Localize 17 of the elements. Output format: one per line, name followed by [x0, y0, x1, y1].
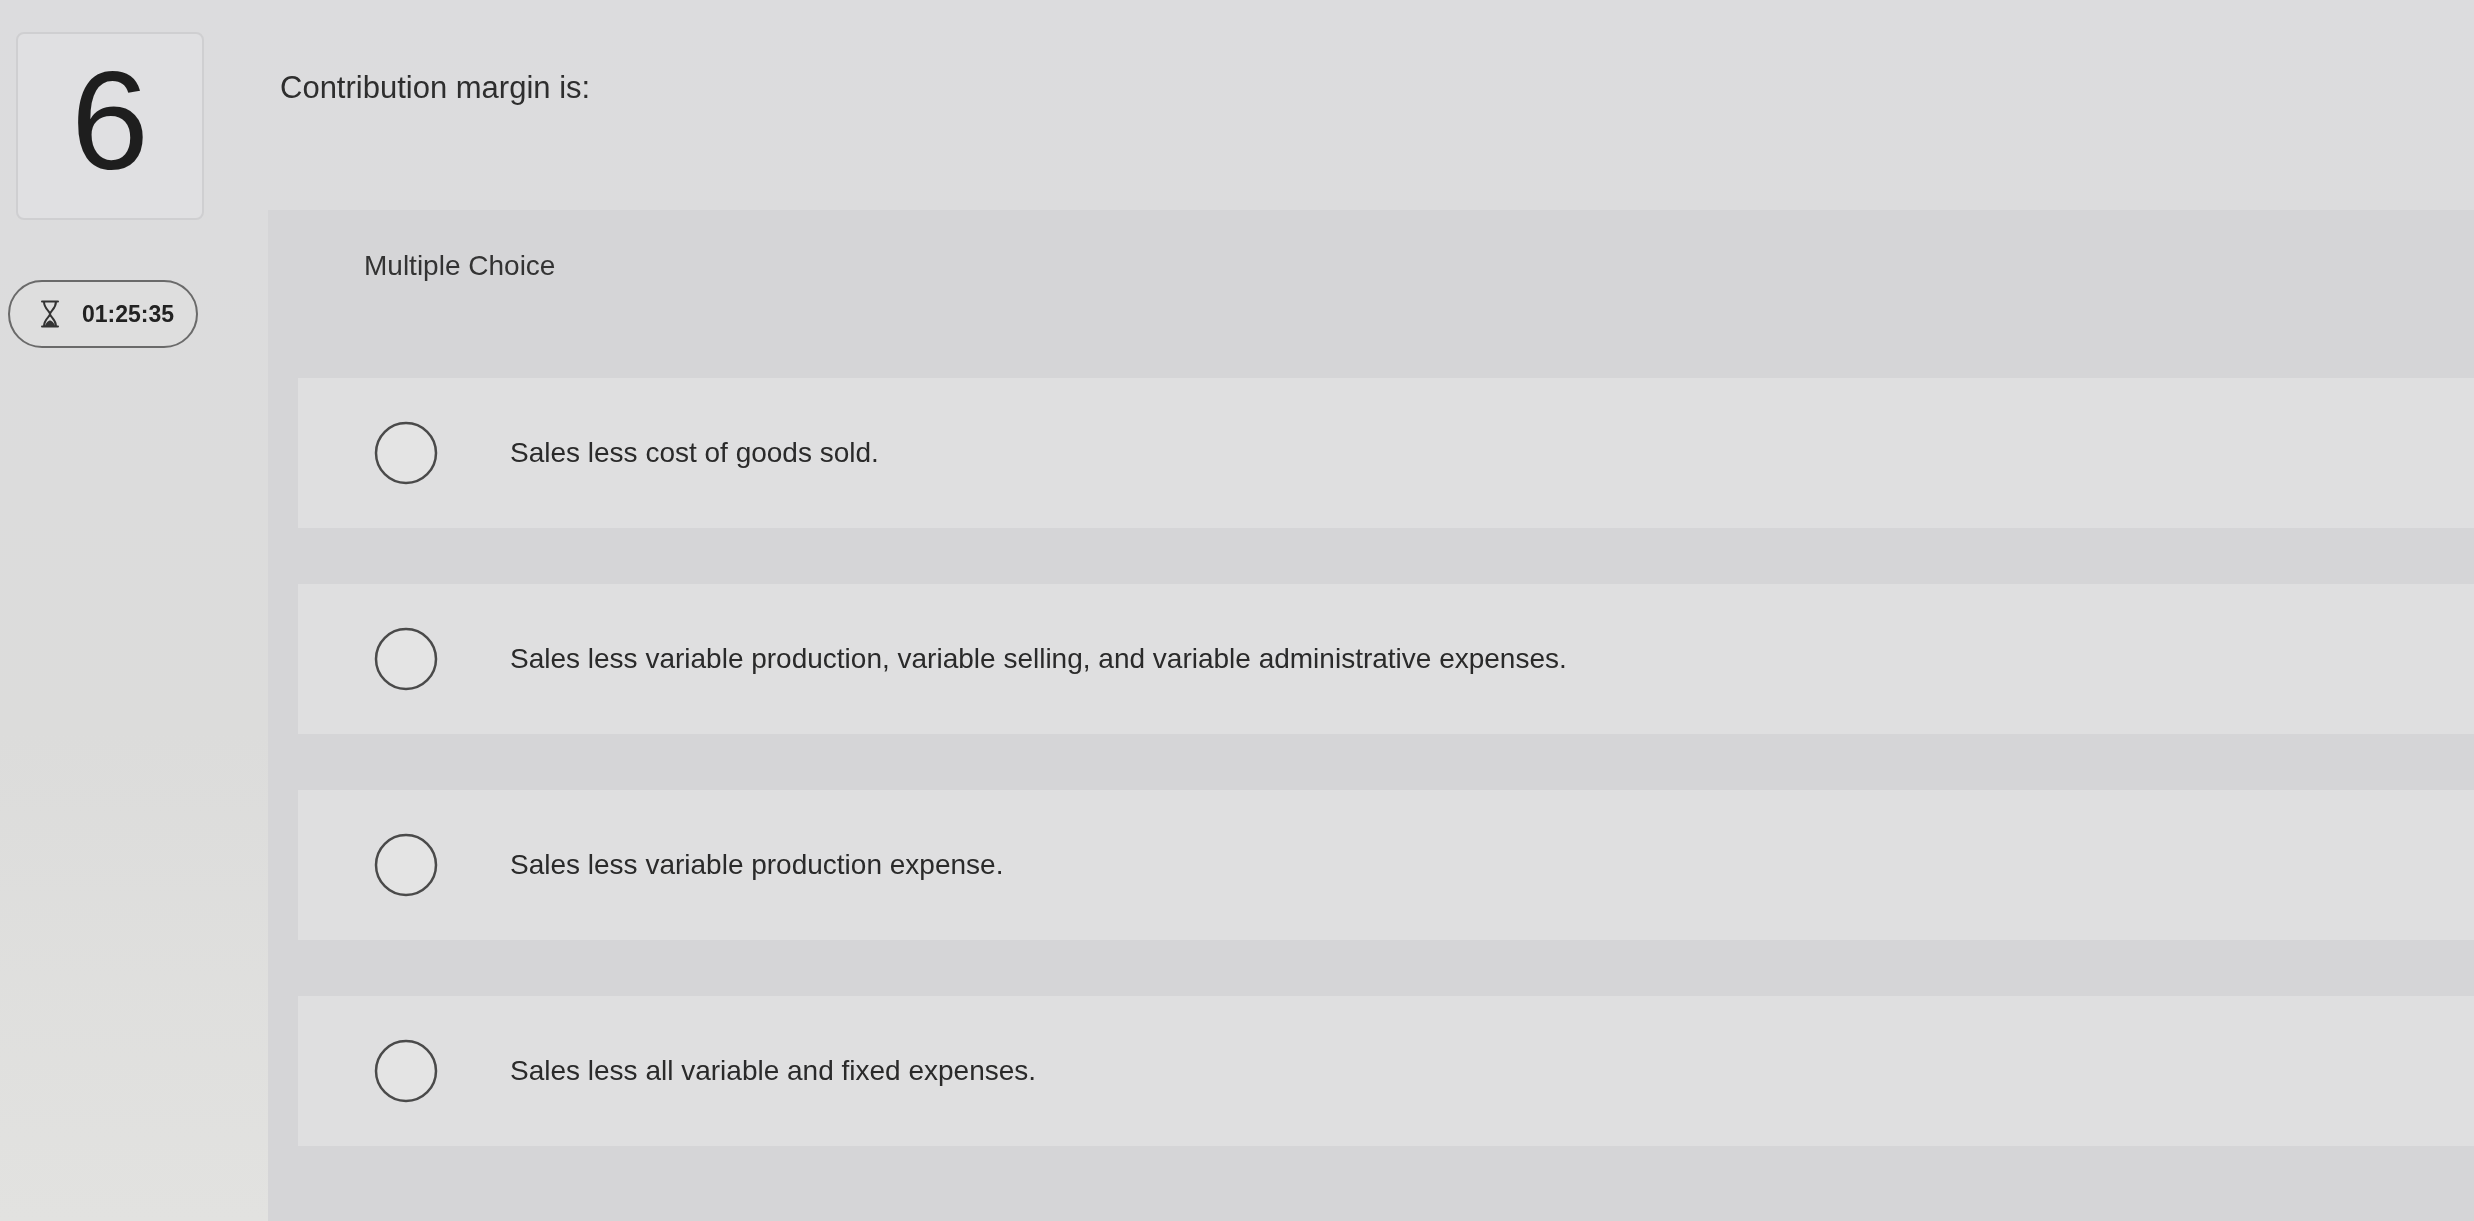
answer-option[interactable]: Sales less cost of goods sold.: [298, 378, 2474, 528]
question-number: 6: [16, 32, 204, 220]
option-text: Sales less cost of goods sold.: [510, 437, 879, 469]
radio-button[interactable]: [374, 833, 438, 897]
option-text: Sales less variable production, variable selling, and variable administrative expenses.: [510, 643, 1567, 675]
answer-option[interactable]: Sales less variable production, variable selling, and variable administrative expenses.: [298, 584, 2474, 734]
radio-button[interactable]: [374, 1039, 438, 1103]
answer-option[interactable]: Sales less variable production expense.: [298, 790, 2474, 940]
timer-text: 01:25:35: [82, 300, 175, 328]
answer-option[interactable]: Sales less all variable and fixed expenses.: [298, 996, 2474, 1146]
radio-button[interactable]: [374, 421, 438, 485]
option-text: Sales less variable production expense.: [510, 849, 1004, 881]
option-text: Sales less all variable and fixed expenses.: [510, 1055, 1037, 1087]
radio-button[interactable]: [374, 627, 438, 691]
hourglass-icon: [40, 300, 60, 328]
question-text: Contribution margin is:: [279, 69, 592, 107]
question-type-label: Multiple Choice: [363, 249, 557, 283]
